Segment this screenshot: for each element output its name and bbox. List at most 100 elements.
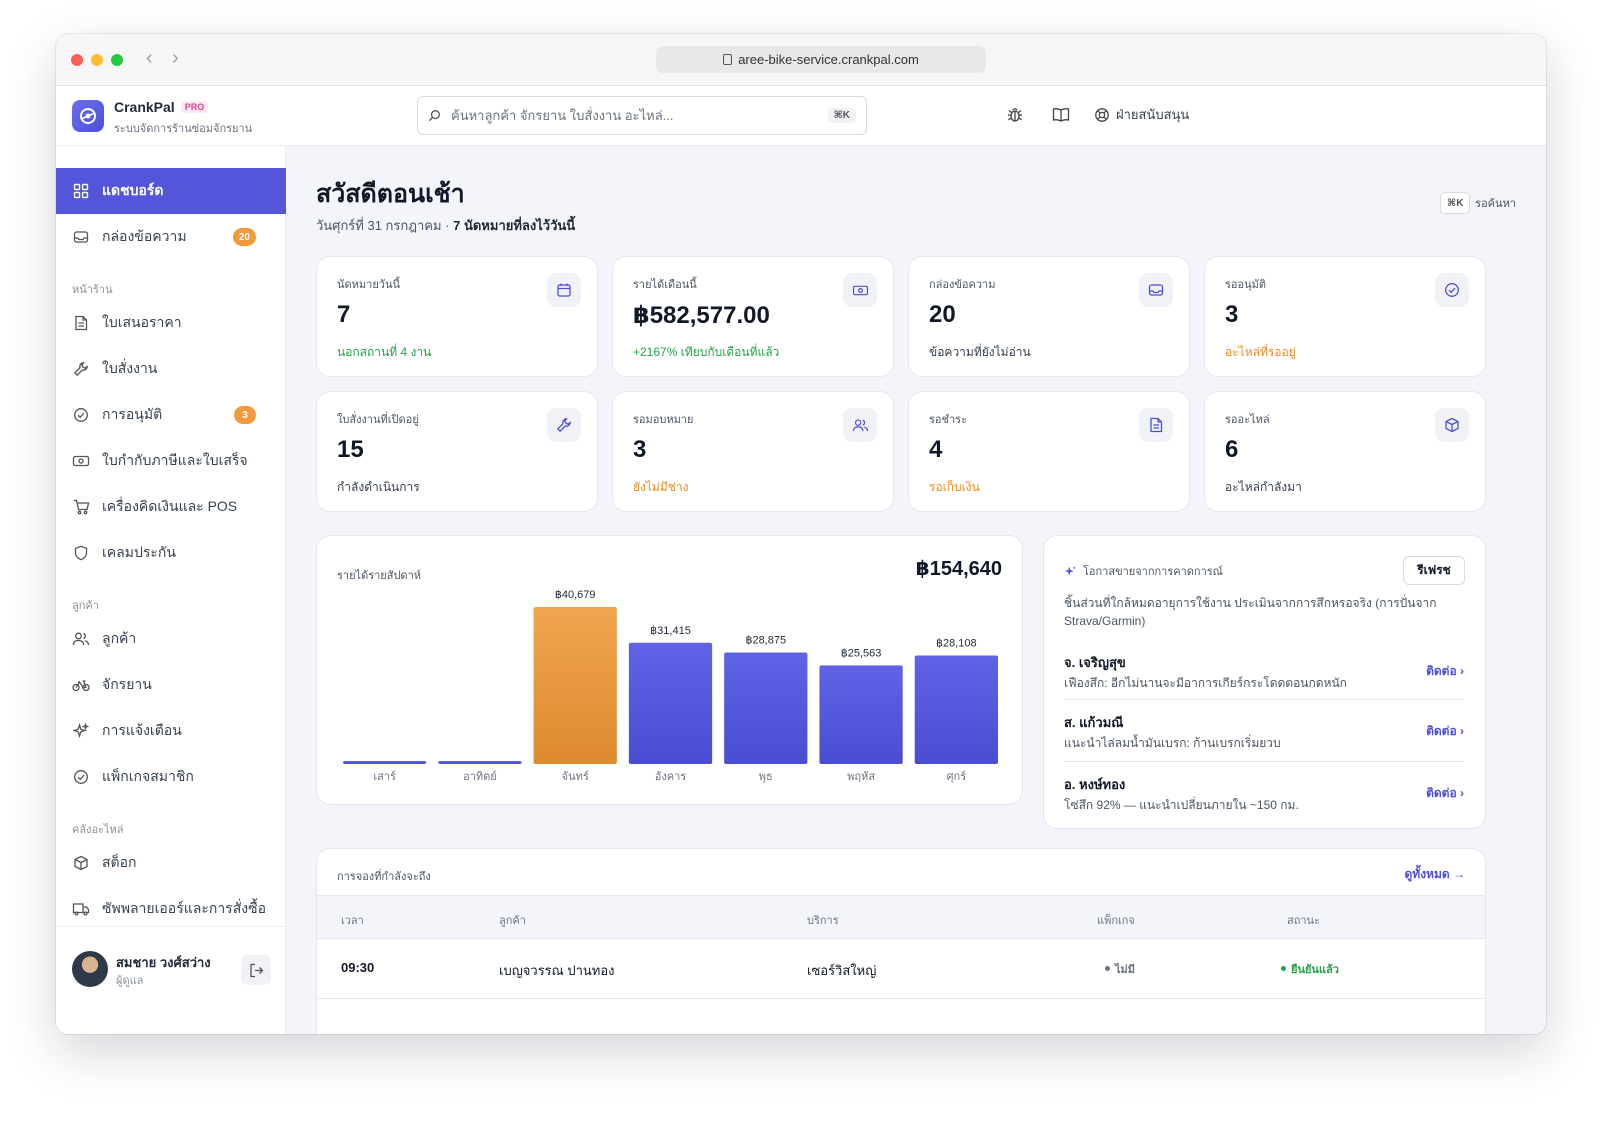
sidebar-item-label: เครื่องคิดเงินและ POS [102, 498, 238, 514]
logout-icon [249, 963, 263, 977]
forward-arrow-icon[interactable]: › [172, 47, 179, 70]
pro-badge: PRO [180, 101, 209, 113]
back-arrow-icon[interactable]: ‹ [146, 47, 153, 70]
bookings-title: การจองที่กำลังจะถึง [337, 871, 431, 883]
address-bar[interactable]: aree-bike-service.crankpal.com [656, 46, 986, 73]
x-tick-label: อังคาร [655, 771, 687, 783]
crankpal-logo[interactable] [72, 100, 104, 132]
sidebar-item-inbox[interactable]: กล่องข้อความ 20 [56, 214, 286, 260]
wrench-icon [547, 408, 581, 442]
stat-card-awaiting-payment[interactable]: รอชำระ 4 รอเก็บเงิน [908, 391, 1190, 512]
box-icon [1435, 408, 1469, 442]
stat-note: ข้อความที่ยังไม่อ่าน [929, 345, 1031, 359]
brand-name: CrankPal PRO [114, 99, 209, 115]
sidebar-item-label: เคลมประกัน [102, 544, 176, 560]
sidebar-item-stock[interactable]: สต็อก [56, 840, 286, 886]
avatar[interactable] [72, 951, 108, 987]
stat-label: กล่องข้อความ [929, 279, 996, 291]
bug-icon[interactable] [1002, 106, 1028, 124]
stat-card-appointments[interactable]: นัดหมายวันนี้ 7 นอกสถานที่ 4 งาน [316, 256, 598, 377]
sidebar-item-quotes[interactable]: ใบเสนอราคา [56, 300, 286, 346]
sparkle-icon [72, 722, 90, 740]
column-header: แพ็กเกจ [1097, 915, 1135, 927]
table-row[interactable]: 09:30 เบญจวรรณ ปานทอง เซอร์วิสใหญ่ ไม่มี… [317, 939, 1485, 999]
chart-bar[interactable] [343, 761, 427, 764]
sidebar-item-label: กล่องข้อความ [102, 228, 187, 244]
chart-bar[interactable] [819, 665, 903, 764]
sidebar-item-customers[interactable]: ลูกค้า [56, 616, 286, 662]
stat-card-open-work-orders[interactable]: ใบสั่งงานที่เปิดอยู่ 15 กำลังดำเนินการ [316, 391, 598, 512]
close-window-button[interactable] [71, 54, 83, 66]
sidebar-item-pos[interactable]: เครื่องคิดเงินและ POS [56, 484, 286, 530]
stat-value: 4 [929, 436, 943, 463]
column-header: สถานะ [1287, 915, 1320, 927]
stat-note: กำลังดำเนินการ [337, 480, 420, 494]
zoom-window-button[interactable] [111, 54, 123, 66]
view-all-link[interactable]: ดูทั้งหมด → [1404, 865, 1465, 884]
sidebar-item-approvals[interactable]: การอนุมัติ 3 [56, 392, 286, 438]
chart-bar[interactable] [438, 761, 522, 764]
check-circle-icon [72, 768, 90, 786]
document-icon [72, 314, 90, 332]
grid-icon [72, 182, 90, 200]
chart-bar[interactable] [724, 652, 808, 764]
command-palette-hint[interactable]: ⌘K รอค้นหา [1440, 192, 1516, 214]
sidebar-item-membership[interactable]: แพ็กเกจสมาชิก [56, 754, 286, 800]
stat-card-pending-approval[interactable]: รออนุมัติ 3 อะไหล่ที่รออยู่ [1204, 256, 1486, 377]
chart-bar[interactable] [914, 655, 998, 764]
logout-button[interactable] [241, 955, 271, 985]
sidebar-item-label: ใบสั่งงาน [102, 360, 158, 376]
users-icon [843, 408, 877, 442]
sidebar-item-label: แดชบอร์ด [102, 182, 164, 198]
chart-bar[interactable] [628, 642, 713, 764]
sidebar-item-warranty[interactable]: เคลมประกัน [56, 530, 286, 576]
minimize-window-button[interactable] [91, 54, 103, 66]
sidebar-item-work-orders[interactable]: ใบสั่งงาน [56, 346, 286, 392]
user-name: สมชาย วงศ์สว่าง [116, 955, 211, 970]
users-icon [72, 630, 90, 648]
stat-card-awaiting-parts[interactable]: รออะไหล่ 6 อะไหล่กำลังมา [1204, 391, 1486, 512]
chart-bar[interactable] [533, 607, 617, 764]
stat-value: 15 [337, 436, 364, 463]
x-tick-label: จันทร์ [562, 770, 589, 783]
predictive-sales-card: โอกาสขายจากการคาดการณ์ รีเฟรช ชิ้นส่วนที… [1043, 535, 1486, 829]
sidebar: แดชบอร์ด กล่องข้อความ 20 หน้าร้าน ใบเสนอ… [56, 146, 286, 1034]
stat-label: รออะไหล่ [1225, 414, 1270, 426]
stat-value: ฿582,577.00 [633, 302, 770, 329]
date-text: วันศุกร์ที่ 31 กรกฎาคม [316, 218, 442, 233]
appointments-summary: 7 นัดหมายที่ลงไว้วันนี้ [453, 218, 576, 233]
stat-note: อะไหล่ที่รออยู่ [1225, 345, 1296, 359]
stat-value: 20 [929, 301, 956, 328]
table-header: เวลา ลูกค้า บริการ แพ็กเกจ สถานะ [317, 895, 1485, 939]
browser-window: ‹ › aree-bike-service.crankpal.com Crank… [56, 34, 1546, 1034]
x-tick-label: พุธ [759, 771, 773, 783]
support-link[interactable]: ฝ่ายสนับสนุน [1094, 104, 1189, 125]
stat-card-inbox[interactable]: กล่องข้อความ 20 ข้อความที่ยังไม่อ่าน [908, 256, 1190, 377]
stat-label: รอชำระ [929, 414, 967, 426]
inbox-icon [1139, 273, 1173, 307]
contact-link[interactable]: ติดต่อ › [1426, 784, 1464, 803]
refresh-button[interactable]: รีเฟรช [1403, 556, 1465, 585]
opportunity-item: อ. หงษ์ทอง โซ่สึก 92% — แนะนำเปลี่ยนภายใ… [1064, 774, 1464, 836]
stat-note: +2167% เทียบกับเดือนที่แล้ว [633, 345, 780, 359]
sidebar-item-invoices[interactable]: ใบกำกับภาษีและใบเสร็จ [56, 438, 286, 484]
sidebar-item-label: สต็อก [102, 854, 137, 870]
bar-value-label: ฿40,679 [555, 589, 596, 601]
stat-label: นัดหมายวันนี้ [337, 279, 401, 291]
stat-card-revenue[interactable]: รายได้เดือนนี้ ฿582,577.00 +2167% เทียบก… [612, 256, 894, 377]
sidebar-item-bikes[interactable]: จักรยาน [56, 662, 286, 708]
sidebar-item-label: ใบเสนอราคา [102, 314, 182, 330]
stat-label: รอมอบหมาย [633, 414, 694, 426]
support-label: ฝ่ายสนับสนุน [1116, 107, 1190, 122]
search-input[interactable]: ค้นหาลูกค้า จักรยาน ใบสั่งงาน อะไหล่... … [417, 96, 867, 135]
contact-link[interactable]: ติดต่อ › [1426, 722, 1464, 741]
contact-link[interactable]: ติดต่อ › [1426, 662, 1464, 681]
sidebar-item-dashboard[interactable]: แดชบอร์ด [56, 168, 286, 214]
stat-note: อะไหล่กำลังมา [1225, 480, 1302, 494]
bar-value-label: ฿31,415 [650, 625, 691, 637]
search-placeholder: ค้นหาลูกค้า จักรยาน ใบสั่งงาน อะไหล่... [451, 108, 674, 123]
book-icon[interactable] [1048, 107, 1074, 123]
stat-card-unassigned[interactable]: รอมอบหมาย 3 ยังไม่มีช่าง [612, 391, 894, 512]
opportunity-customer: ส. แก้วมณี [1064, 715, 1124, 730]
sidebar-item-alerts[interactable]: การแจ้งเตือน [56, 708, 286, 754]
